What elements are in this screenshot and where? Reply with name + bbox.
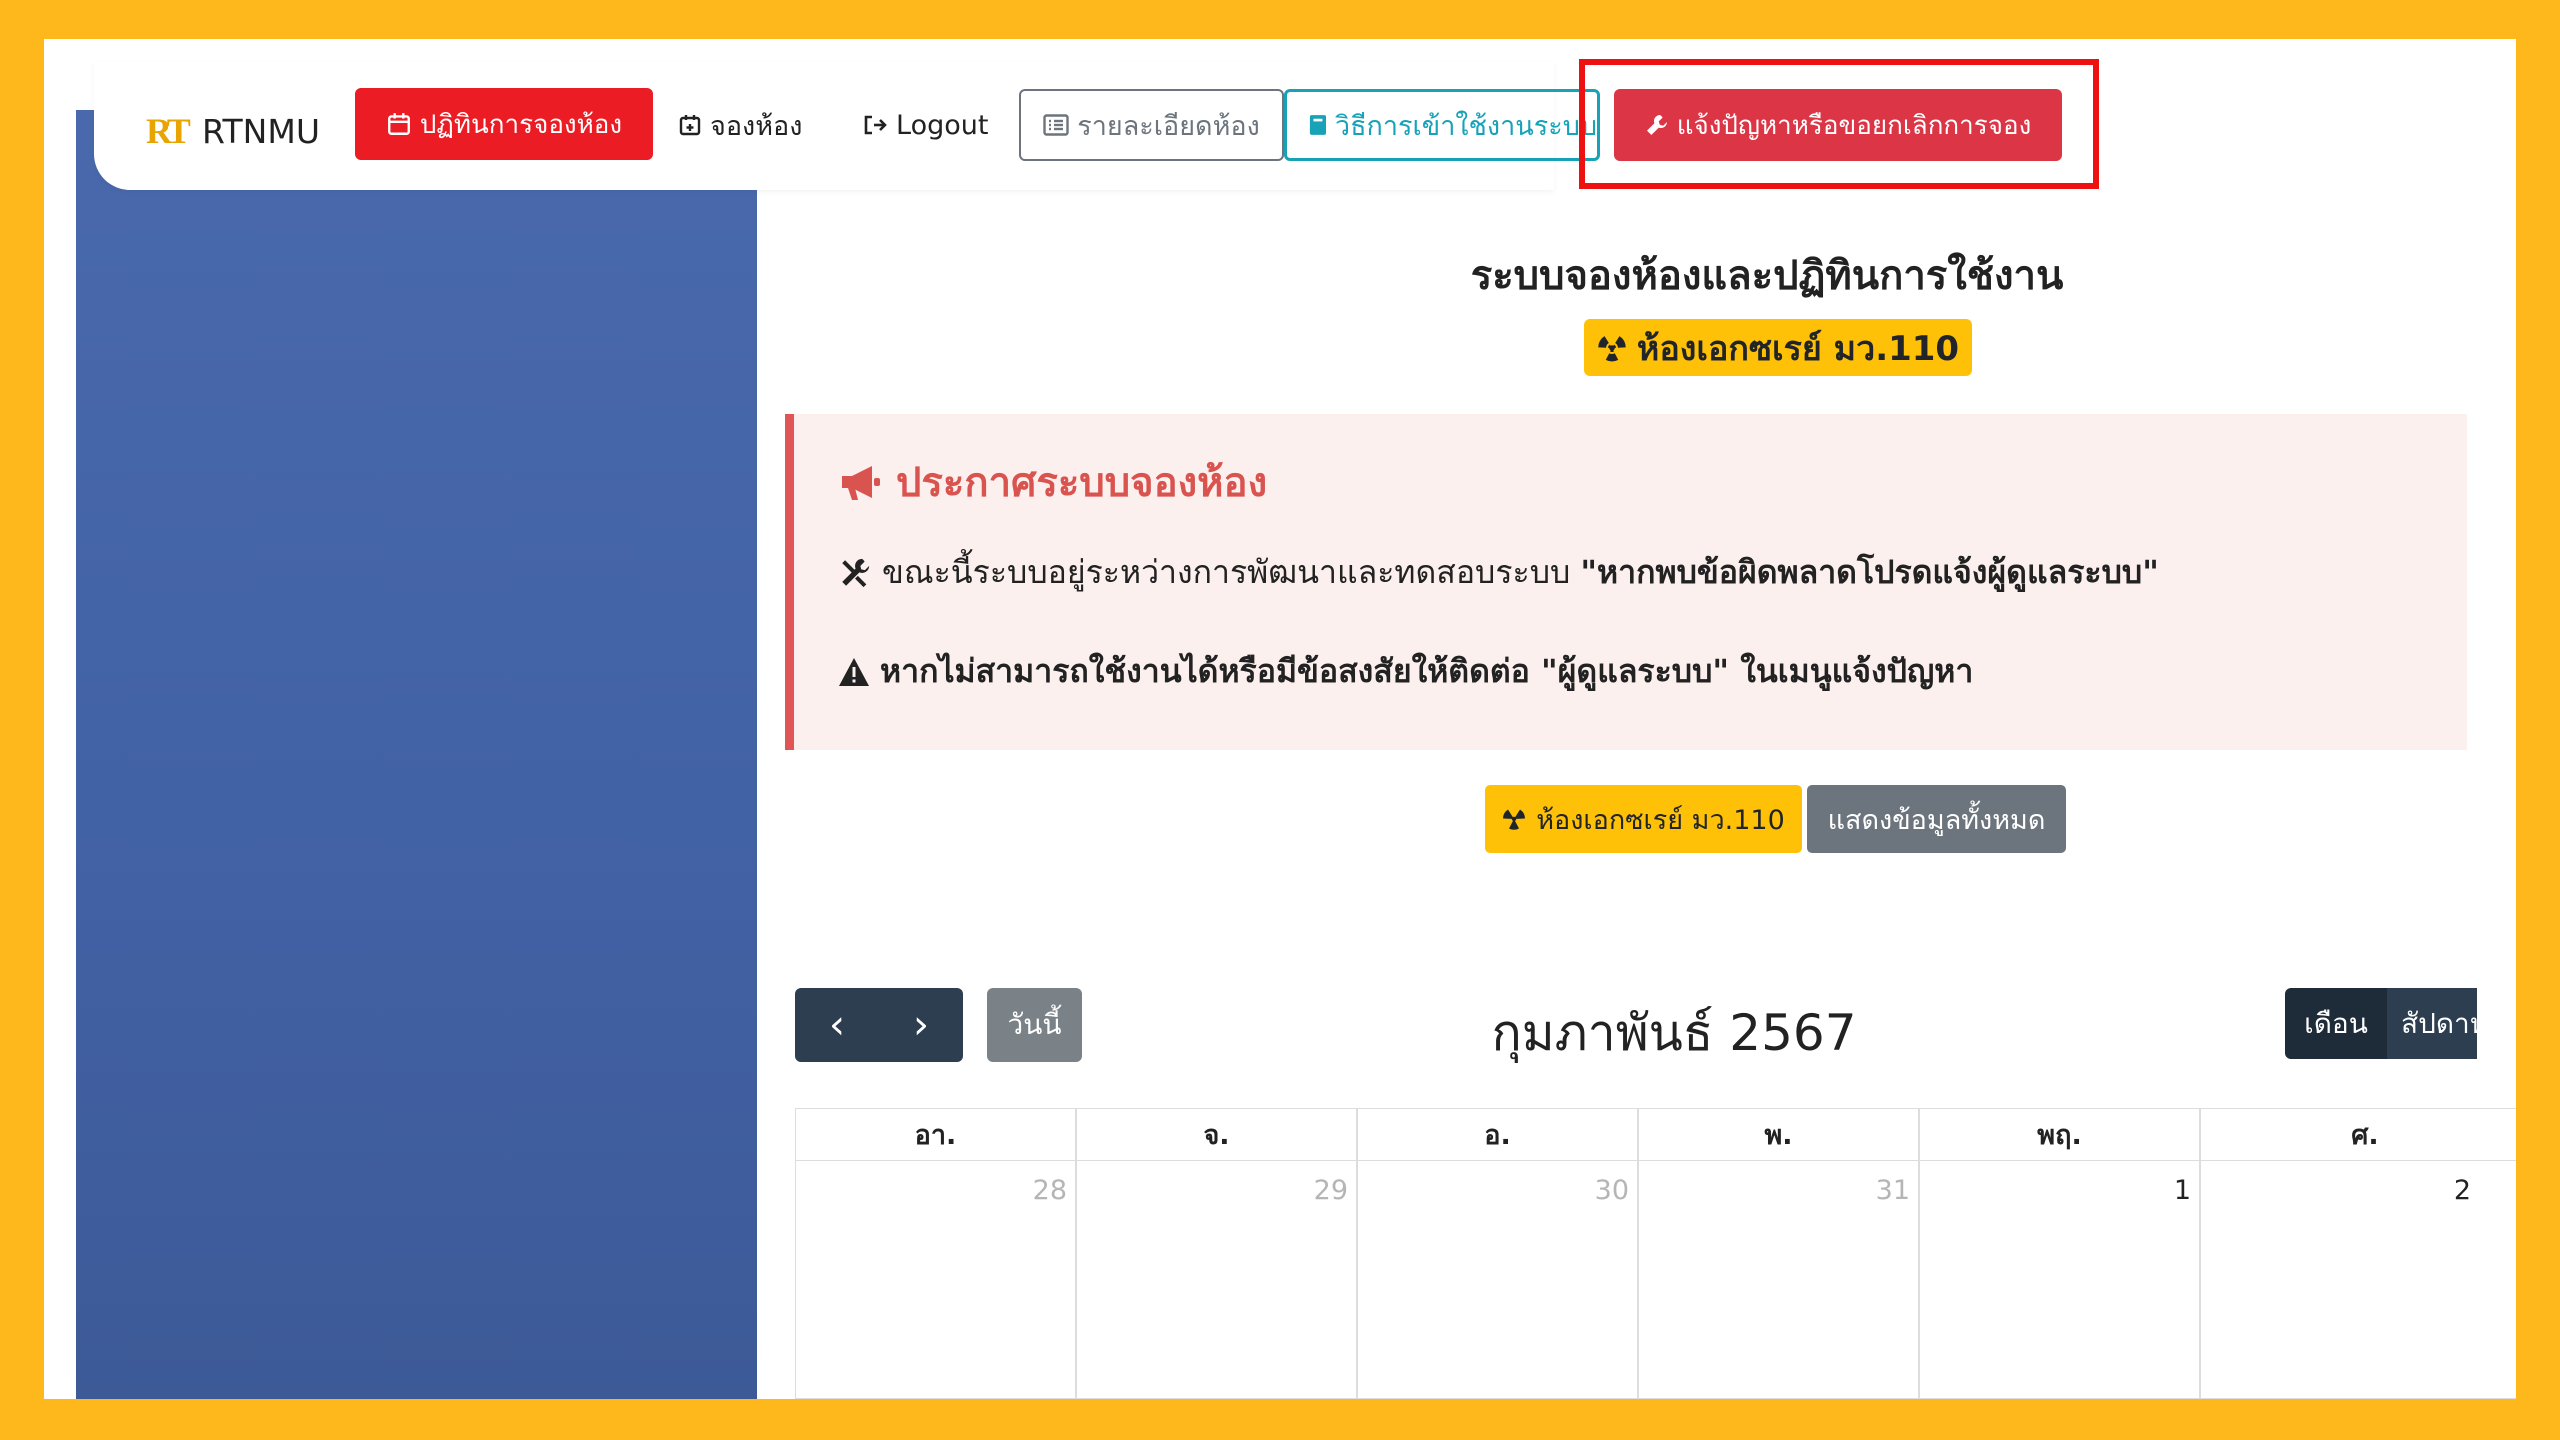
announcement-line1-bold: "หากพบข้อผิดพลาดโปรดแจ้งผู้ดูแลระบบ" [1580,553,2159,591]
calendar-prev-button[interactable]: ‹ [795,988,879,1062]
weekday-header: จ. [1076,1108,1357,1161]
room-badge: ห้องเอกซเรย์ มว.110 [1584,319,1972,376]
weekday-header: อา. [795,1108,1076,1161]
sidebar [76,110,757,1399]
view-month-button[interactable]: เดือน [2285,988,2387,1059]
brand[interactable]: RT RTNMU [146,99,320,163]
calendar-today-button[interactable]: วันนี้ [987,988,1082,1062]
brand-logo-text: RT [146,111,191,151]
calendar-day-cell[interactable]: 31 [1638,1161,1919,1399]
calendar-day-cell[interactable]: 29 [1076,1161,1357,1399]
day-number: 30 [1594,1175,1629,1206]
announcement-line2-text: หากไม่สามารถใช้งานได้หรือมีข้อสงสัยให้ติ… [880,652,1974,690]
calendar-grid: อา. จ. อ. พ. พฤ. ศ. 28 29 30 31 1 2 [795,1108,2516,1399]
filter-room-label: ห้องเอกซเรย์ มว.110 [1536,804,1785,836]
announcement-panel: ประกาศระบบจองห้อง ขณะนี้ระบบอยู่ระหว่างก… [785,414,2467,750]
book-icon [1309,115,1327,135]
sign-out-icon [864,115,887,135]
calendar-day-cell[interactable]: 2 [2200,1161,2516,1399]
room-details-label: รายละเอียดห้อง [1077,110,1260,142]
nav-logout-label: Logout [896,109,989,141]
weekday-header: พ. [1638,1108,1919,1161]
calendar-day-cell[interactable]: 1 [1919,1161,2200,1399]
calendar-icon [387,113,410,135]
announcement-line1-text: ขณะนี้ระบบอยู่ระหว่างการพัฒนาและทดสอบระบ… [882,553,1571,591]
weekday-header: อ. [1357,1108,1638,1161]
nav-book-room-link[interactable]: จองห้อง [678,99,802,151]
show-all-button[interactable]: แสดงข้อมูลทั้งหมด [1807,785,2066,853]
radiation-icon [1503,809,1526,830]
highlight-annotation-box [1579,59,2099,189]
view-week-button[interactable]: สัปดาห์ [2387,988,2477,1059]
warning-icon [839,657,869,686]
nav-calendar-button[interactable]: ปฏิทินการจองห้อง [355,88,653,160]
calendar-plus-icon [679,115,701,136]
calendar-day-cell[interactable]: 30 [1357,1161,1638,1399]
announcement-line-contact: หากไม่สามารถใช้งานได้หรือมีข้อสงสัยให้ติ… [838,646,1973,697]
calendar-day-cell[interactable]: 28 [795,1161,1076,1399]
page-title: ระบบจองห้องและปฏิทินการใช้งาน [1470,253,2064,299]
chevron-left-icon: ‹ [829,1002,845,1048]
day-number: 2 [2453,1175,2471,1206]
nav-book-label: จองห้อง [710,110,803,142]
day-number: 1 [2173,1175,2191,1206]
room-badge-label: ห้องเอกซเรย์ มว.110 [1636,328,1960,369]
announcement-title: ประกาศระบบจองห้อง [838,450,1267,514]
calendar-next-button[interactable]: › [879,988,963,1062]
announcement-line-development: ขณะนี้ระบบอยู่ระหว่างการพัฒนาและทดสอบระบ… [838,547,2159,598]
app-frame: RT RTNMU ปฏิทินการจองห้อง จองห้อง Logout… [44,39,2516,1399]
tools-icon [842,558,870,587]
day-number: 31 [1875,1175,1910,1206]
nav-calendar-label: ปฏิทินการจองห้อง [419,109,623,140]
radiation-icon [1598,335,1626,361]
megaphone-icon [842,466,880,500]
brand-name: RTNMU [202,111,320,151]
calendar-title: กุมภาพันธ์ 2567 [1491,1004,1857,1062]
list-icon [1043,114,1069,136]
how-to-use-label: วิธีการเข้าใช้งานระบบ [1334,110,1597,142]
weekday-header: พฤ. [1919,1108,2200,1161]
nav-logout-link[interactable]: Logout [862,99,988,151]
brand-logo: RT [146,107,191,155]
day-number: 29 [1313,1175,1348,1206]
chevron-right-icon: › [913,1002,929,1048]
how-to-use-button[interactable]: วิธีการเข้าใช้งานระบบ [1284,89,1600,161]
filter-room-button[interactable]: ห้องเอกซเรย์ มว.110 [1485,785,1802,853]
day-number: 28 [1032,1175,1067,1206]
announcement-title-text: ประกาศระบบจองห้อง [896,460,1268,506]
room-details-button[interactable]: รายละเอียดห้อง [1019,89,1284,161]
weekday-header: ศ. [2200,1108,2516,1161]
